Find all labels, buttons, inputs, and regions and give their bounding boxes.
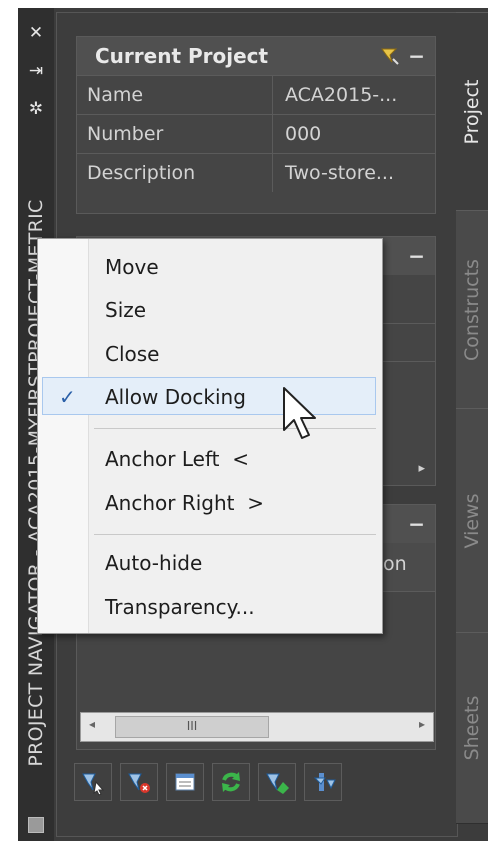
context-menu: Move Size Close ✓ Allow Docking Anchor L…: [37, 238, 383, 634]
horizontal-scrollbar[interactable]: ◂ III ▸: [80, 712, 434, 742]
menu-separator: [94, 534, 376, 535]
menu-item-close[interactable]: Close: [39, 335, 379, 373]
close-project-icon[interactable]: [120, 763, 158, 801]
scroll-right-arrow[interactable]: ▸: [418, 461, 425, 476]
menu-item-move[interactable]: Move: [39, 248, 379, 286]
menu-item-allow-docking[interactable]: ✓ Allow Docking: [42, 377, 376, 415]
property-key: Description: [77, 154, 273, 192]
property-row: Name ACA2015-...: [77, 75, 435, 114]
close-icon[interactable]: ✕: [18, 22, 54, 44]
tab-label: Constructs: [461, 259, 483, 361]
property-key: Name: [77, 76, 273, 114]
project-browser-icon[interactable]: [74, 763, 112, 801]
checkmark-icon: ✓: [59, 385, 76, 409]
refresh-icon[interactable]: [212, 763, 250, 801]
minimize-icon[interactable]: −: [408, 237, 425, 275]
sync-icon[interactable]: [304, 763, 342, 801]
tab-views[interactable]: Views: [456, 408, 488, 634]
property-value[interactable]: 000: [273, 115, 321, 153]
menu-item-auto-hide[interactable]: Auto-hide: [39, 544, 379, 582]
minimize-icon[interactable]: −: [408, 505, 425, 543]
menu-item-label: Auto-hide: [105, 551, 203, 575]
menu-item-anchor-left[interactable]: Anchor Left <: [39, 440, 379, 478]
menu-item-label: Move: [105, 255, 159, 279]
auto-hide-icon[interactable]: ⇥: [18, 60, 54, 82]
tab-label: Views: [461, 493, 483, 549]
tab-constructs[interactable]: Constructs: [456, 210, 488, 410]
menu-item-transparency[interactable]: Transparency...: [39, 588, 379, 626]
scroll-left-icon[interactable]: ◂: [89, 717, 95, 731]
menu-item-size[interactable]: Size: [39, 291, 379, 329]
repath-icon[interactable]: [258, 763, 296, 801]
menu-item-label: Anchor Left <: [105, 447, 249, 471]
property-row: Number 000: [77, 114, 435, 153]
current-project-section: Current Project − Name ACA2015-... Numbe…: [76, 36, 436, 214]
menu-item-label: Size: [105, 298, 147, 322]
mouse-cursor-icon: [283, 387, 316, 439]
menu-item-label: Close: [105, 342, 160, 366]
edit-project-icon[interactable]: [379, 45, 399, 65]
scroll-right-icon[interactable]: ▸: [419, 717, 425, 731]
project-toolbar: [74, 760, 374, 804]
minimize-icon[interactable]: −: [408, 37, 425, 75]
properties-icon[interactable]: [166, 763, 204, 801]
tab-label: Project: [461, 79, 483, 145]
property-row: Description Two-store...: [77, 153, 435, 192]
menu-item-anchor-right[interactable]: Anchor Right >: [39, 484, 379, 522]
current-project-header: Current Project −: [77, 37, 435, 75]
scroll-thumb[interactable]: III: [115, 716, 269, 738]
tab-project[interactable]: Project: [456, 12, 488, 212]
property-value[interactable]: Two-store...: [273, 154, 394, 192]
partial-column-label: on: [383, 553, 407, 575]
menu-separator: [94, 428, 376, 429]
menu-item-label: Anchor Right >: [105, 491, 264, 515]
section-title: Current Project: [95, 44, 269, 68]
tab-label: Sheets: [461, 695, 483, 761]
property-key: Number: [77, 115, 273, 153]
menu-item-label: Allow Docking: [105, 385, 246, 409]
menu-item-label: Transparency...: [105, 595, 255, 619]
property-value[interactable]: ACA2015-...: [273, 76, 397, 114]
tab-sheets[interactable]: Sheets: [456, 632, 488, 824]
palette-settings-icon[interactable]: [28, 817, 44, 833]
palette-tabs: Project Constructs Views Sheets: [456, 12, 488, 835]
